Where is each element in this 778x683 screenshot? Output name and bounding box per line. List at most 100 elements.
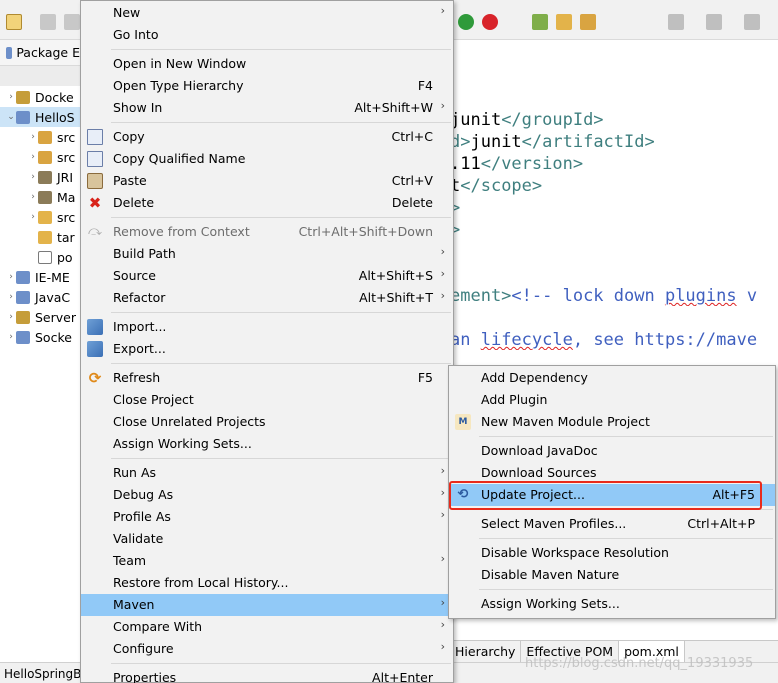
menu-item-build-path[interactable]: Build Path › xyxy=(81,243,453,265)
menu-item-maven[interactable]: Maven › xyxy=(81,594,453,616)
tree-item-jri[interactable]: › JRI xyxy=(0,167,80,187)
menu-item-refresh[interactable]: ⟳ Refresh F5 xyxy=(81,367,453,389)
tree-item-label: Socke xyxy=(35,329,72,345)
menu-item-properties[interactable]: Properties Alt+Enter xyxy=(81,667,453,683)
tree-item-docke[interactable]: › Docke xyxy=(0,87,80,107)
remove-context-icon: ⤼ xyxy=(88,224,102,239)
menu-item-label: Assign Working Sets... xyxy=(113,436,252,451)
menu-item-label: Source xyxy=(113,268,156,283)
tree-item-tar[interactable]: tar xyxy=(0,227,80,247)
tree-expand-icon[interactable]: › xyxy=(6,312,16,322)
menu-item-debug-as[interactable]: Debug As › xyxy=(81,484,453,506)
code-token: , see https://mave xyxy=(572,330,758,350)
menu-item-label: Paste xyxy=(113,173,147,188)
menu-item-delete[interactable]: ✖ Delete Delete xyxy=(81,192,453,214)
menu-item-open-type-hierarchy[interactable]: Open Type Hierarchy F4 xyxy=(81,75,453,97)
tree-item-server[interactable]: › Server xyxy=(0,307,80,327)
tree-expand-icon[interactable]: › xyxy=(28,132,38,142)
open-type-icon[interactable] xyxy=(532,14,548,30)
menu-item-configure[interactable]: Configure › xyxy=(81,638,453,660)
project-node-icon xyxy=(16,290,30,304)
menu-item-run-as[interactable]: Run As › xyxy=(81,462,453,484)
refresh-icon: ⟳ xyxy=(88,369,102,387)
tree-expand-icon[interactable]: › xyxy=(28,172,38,182)
forward-icon[interactable] xyxy=(706,14,722,30)
maven-item-assign-working-sets[interactable]: Assign Working Sets... xyxy=(449,593,775,615)
tree-expand-icon[interactable]: › xyxy=(28,192,38,202)
maven-item-disable-maven-nature[interactable]: Disable Maven Nature xyxy=(449,564,775,586)
menu-item-source[interactable]: Source Alt+Shift+S › xyxy=(81,265,453,287)
maven-item-add-dependency[interactable]: Add Dependency xyxy=(449,367,775,389)
menu-item-label: Refresh xyxy=(113,370,161,385)
menu-item-profile-as[interactable]: Profile As › xyxy=(81,506,453,528)
menu-item-new[interactable]: New › xyxy=(81,2,453,24)
menu-separator xyxy=(81,46,453,53)
tree-expand-icon[interactable]: › xyxy=(6,272,16,282)
tree-item-javac[interactable]: › JavaC xyxy=(0,287,80,307)
code-token: .11 xyxy=(450,154,481,174)
search-tool-icon[interactable] xyxy=(580,14,596,30)
maven-item-new-maven-module-project[interactable]: M New Maven Module Project xyxy=(449,411,775,433)
menu-item-label: Delete xyxy=(113,195,155,210)
menu-item-close-project[interactable]: Close Project xyxy=(81,389,453,411)
tree-item-ma[interactable]: › Ma xyxy=(0,187,80,207)
tree-expand-icon[interactable]: › xyxy=(6,92,16,102)
tree-item-po[interactable]: po xyxy=(0,247,80,267)
tree-expand-icon[interactable]: › xyxy=(6,292,16,302)
menu-item-export[interactable]: Export... xyxy=(81,338,453,360)
new-wizard-icon[interactable] xyxy=(6,14,22,30)
tree-item-src[interactable]: › src xyxy=(0,207,80,227)
menu-item-label: Compare With xyxy=(113,619,203,634)
menu-item-go-into[interactable]: Go Into xyxy=(81,24,453,46)
save-all-icon[interactable] xyxy=(64,14,80,30)
tree-expand-icon[interactable]: ⌄ xyxy=(6,112,16,122)
history-icon[interactable] xyxy=(744,14,760,30)
export-icon xyxy=(87,341,103,357)
menu-item-copy[interactable]: Copy Ctrl+C xyxy=(81,126,453,148)
package-explorer-tab-label: Package E xyxy=(16,45,80,60)
menu-item-open-in-new-window[interactable]: Open in New Window xyxy=(81,53,453,75)
menu-item-label: Open in New Window xyxy=(113,56,247,71)
menu-item-refactor[interactable]: Refactor Alt+Shift+T › xyxy=(81,287,453,309)
project-node-icon xyxy=(38,250,52,264)
menu-item-compare-with[interactable]: Compare With › xyxy=(81,616,453,638)
tree-expand-icon[interactable]: › xyxy=(28,212,38,222)
menu-item-paste[interactable]: Paste Ctrl+V xyxy=(81,170,453,192)
maven-item-add-plugin[interactable]: Add Plugin xyxy=(449,389,775,411)
menu-item-team[interactable]: Team › xyxy=(81,550,453,572)
tree-expand-icon[interactable]: › xyxy=(28,152,38,162)
menu-item-shortcut: Alt+Shift+W xyxy=(354,100,433,115)
menu-item-shortcut: Ctrl+Alt+Shift+Down xyxy=(298,224,433,239)
menu-item-assign-working-sets[interactable]: Assign Working Sets... xyxy=(81,433,453,455)
project-node-icon xyxy=(38,210,52,224)
menu-item-copy-qualified-name[interactable]: Copy Qualified Name xyxy=(81,148,453,170)
submenu-arrow-icon: › xyxy=(440,289,445,302)
submenu-arrow-icon: › xyxy=(440,618,445,631)
tree-item-socke[interactable]: › Socke xyxy=(0,327,80,347)
editor-tab-hierarchy[interactable]: Hierarchy xyxy=(450,641,522,662)
menu-item-label: Team xyxy=(113,553,147,568)
menu-item-show-in[interactable]: Show In Alt+Shift+W › xyxy=(81,97,453,119)
submenu-arrow-icon: › xyxy=(440,464,445,477)
maven-item-download-javadoc[interactable]: Download JavaDoc xyxy=(449,440,775,462)
tree-item-hellos[interactable]: ⌄ HelloS xyxy=(0,107,80,127)
back-icon[interactable] xyxy=(668,14,684,30)
package-explorer-tab[interactable]: Package E xyxy=(0,40,80,66)
tree-item-ie-me[interactable]: › IE-ME xyxy=(0,267,80,287)
tree-item-src[interactable]: › src xyxy=(0,127,80,147)
menu-item-restore-from-local-history[interactable]: Restore from Local History... xyxy=(81,572,453,594)
run-icon[interactable] xyxy=(458,14,474,30)
menu-item-close-unrelated-projects[interactable]: Close Unrelated Projects xyxy=(81,411,453,433)
menu-item-label: Validate xyxy=(113,531,164,546)
save-icon[interactable] xyxy=(40,14,56,30)
debug-icon[interactable] xyxy=(482,14,498,30)
open-folder-icon[interactable] xyxy=(556,14,572,30)
code-token: ement> xyxy=(450,286,512,306)
menu-item-label: Close Project xyxy=(113,392,194,407)
maven-item-select-maven-profiles[interactable]: Select Maven Profiles... Ctrl+Alt+P xyxy=(449,513,775,535)
menu-item-import[interactable]: Import... xyxy=(81,316,453,338)
tree-item-src[interactable]: › src xyxy=(0,147,80,167)
menu-item-validate[interactable]: Validate xyxy=(81,528,453,550)
tree-expand-icon[interactable]: › xyxy=(6,332,16,342)
maven-item-disable-workspace-resolution[interactable]: Disable Workspace Resolution xyxy=(449,542,775,564)
